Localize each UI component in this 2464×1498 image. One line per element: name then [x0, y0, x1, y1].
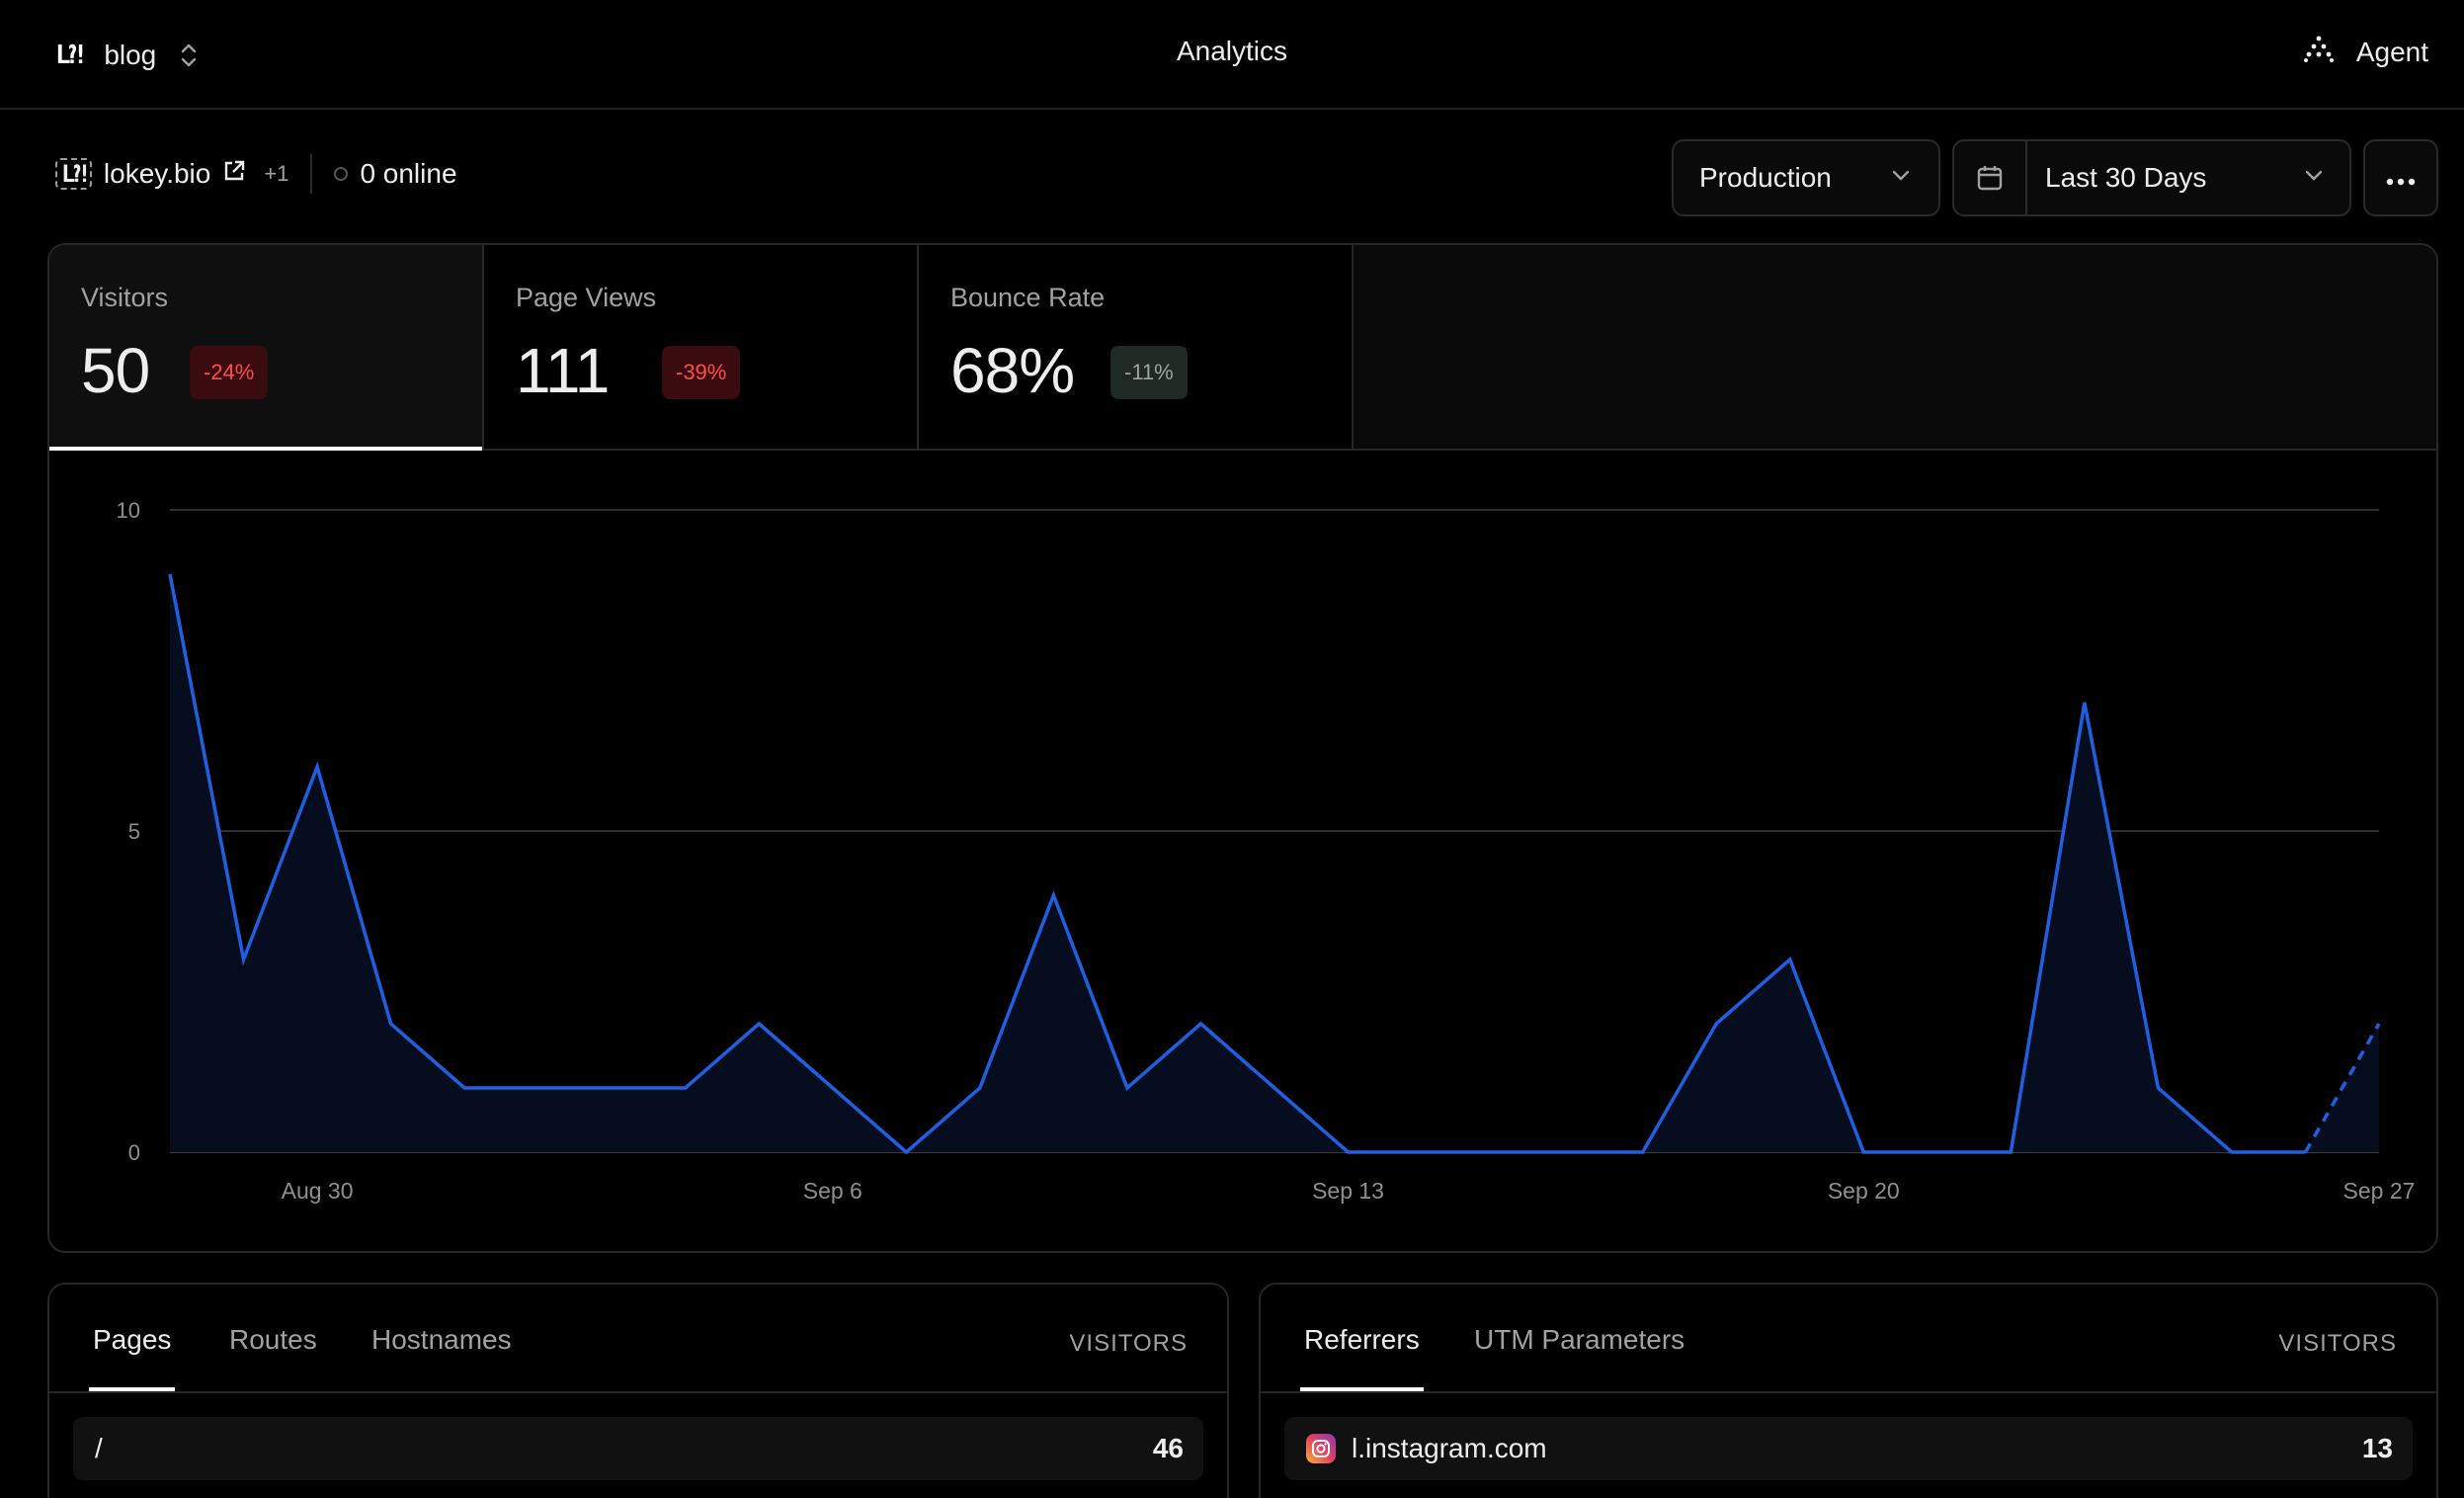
tab-routes[interactable]: Routes: [229, 1324, 317, 1356]
metric-label: Page Views: [516, 283, 657, 312]
date-range-select[interactable]: Last 30 Days: [1952, 139, 2351, 216]
referrers-tabs: Referrers UTM Parameters VISITORS: [1261, 1285, 2436, 1393]
metric-tab-visitors[interactable]: Visitors 50 -24%: [49, 245, 484, 451]
site-header: L⁈ lokey.bio +1 0 online: [55, 154, 457, 194]
chevron-down-icon: [1889, 162, 1913, 194]
pages-tabs: Pages Routes Hostnames VISITORS: [49, 1285, 1227, 1393]
pages-panel: Pages Routes Hostnames VISITORS / 46: [47, 1283, 1229, 1498]
agent-label: Agent: [2355, 36, 2428, 67]
area-fill: [170, 574, 2379, 1152]
table-row[interactable]: / 46: [73, 1417, 1203, 1480]
column-header-visitors: VISITORS: [1069, 1330, 1188, 1357]
tab-utm-parameters[interactable]: UTM Parameters: [1474, 1324, 1684, 1356]
online-status-icon: [334, 167, 349, 181]
analytics-card: Visitors 50 -24% Page Views 111 -39% Bou…: [47, 243, 2438, 1253]
x-tick-label: Sep 6: [803, 1178, 862, 1204]
referrers-panel: Referrers UTM Parameters VISITORS l.inst…: [1259, 1283, 2438, 1498]
page-title: Analytics: [1176, 36, 1288, 66]
x-tick-label: Aug 30: [282, 1178, 354, 1204]
date-range-value: Last 30 Days: [2045, 162, 2207, 193]
y-tick-label: 0: [128, 1140, 140, 1165]
metric-label: Visitors: [81, 283, 169, 312]
metric-tab-page-views[interactable]: Page Views 111 -39%: [484, 245, 919, 449]
tab-hostnames[interactable]: Hostnames: [371, 1324, 512, 1356]
x-tick-label: Sep 13: [1312, 1178, 1384, 1204]
change-badge: -24%: [190, 346, 269, 399]
tab-pages[interactable]: Pages: [88, 1324, 176, 1391]
y-tick-label: 5: [128, 819, 140, 844]
metric-value: 68%: [950, 335, 1075, 406]
change-badge: -39%: [662, 346, 741, 399]
divider: [310, 154, 313, 194]
ellipsis-icon: [2385, 162, 2417, 194]
referrer-name: l.instagram.com: [1352, 1433, 1547, 1463]
instagram-icon: [1306, 1434, 1336, 1463]
more-options-button[interactable]: [2363, 139, 2438, 216]
visitors-chart[interactable]: 10 5 0 Aug 30 Sep 6 Sep 13 Sep 20 Sep 27: [49, 453, 2438, 1253]
environment-value: Production: [1699, 162, 1832, 193]
metric-value: 111: [516, 335, 610, 406]
change-badge: -11%: [1110, 346, 1188, 399]
metric-tab-bounce-rate[interactable]: Bounce Rate 68% -11%: [919, 245, 1354, 449]
site-logo: L⁈: [55, 158, 92, 190]
x-tick-label: Sep 20: [1828, 1178, 1900, 1204]
chevron-down-icon: [2302, 162, 2326, 194]
agent-icon: [2303, 34, 2335, 70]
top-bar: L⁈ blog Analytics Agent: [0, 0, 2464, 110]
external-link-icon[interactable]: [222, 158, 246, 190]
x-tick-label: Sep 27: [2343, 1178, 2416, 1204]
y-tick-label: 10: [117, 498, 140, 523]
metric-tabs: Visitors 50 -24% Page Views 111 -39% Bou…: [49, 245, 2436, 451]
table-row[interactable]: l.instagram.com 13: [1284, 1417, 2413, 1480]
agent-button[interactable]: Agent: [2303, 34, 2428, 70]
extra-domains-count[interactable]: +1: [264, 161, 288, 187]
site-link[interactable]: lokey.bio: [104, 158, 210, 190]
tab-referrers[interactable]: Referrers: [1300, 1324, 1424, 1391]
visitor-count: 13: [2361, 1433, 2393, 1463]
visitor-count: 46: [1152, 1433, 1184, 1463]
metric-label: Bounce Rate: [950, 283, 1106, 312]
metric-value: 50: [81, 335, 150, 406]
column-header-visitors: VISITORS: [2278, 1330, 2397, 1357]
online-count: 0 online: [360, 158, 457, 189]
page-path: /: [95, 1433, 103, 1463]
environment-select[interactable]: Production: [1672, 139, 1940, 216]
calendar-icon[interactable]: [1954, 141, 2027, 214]
